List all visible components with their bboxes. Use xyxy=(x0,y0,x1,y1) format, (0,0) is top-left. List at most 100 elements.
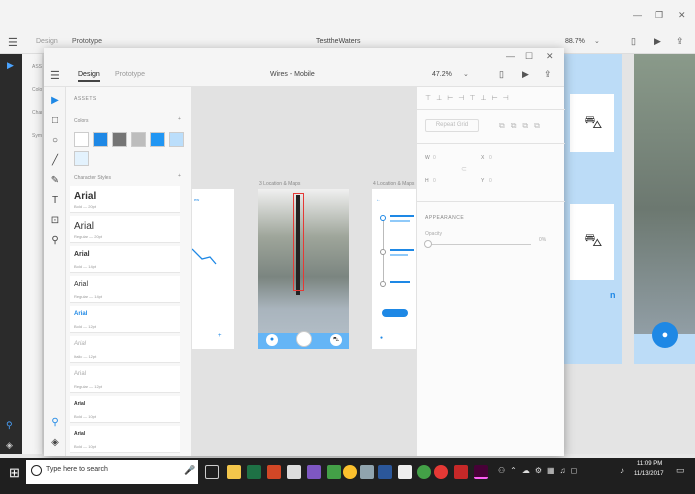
excel-icon[interactable] xyxy=(247,465,261,479)
background-toolbar: ▶ ⚲ ◈ xyxy=(0,54,22,454)
char-style-item[interactable]: Arial Regular — 14pt xyxy=(70,276,180,303)
color-swatch[interactable] xyxy=(74,151,89,166)
chrome-icon[interactable] xyxy=(434,465,448,479)
play-icon[interactable]: ▶ xyxy=(522,69,529,80)
width-label: W xyxy=(425,155,430,161)
char-style-item[interactable]: Arial Bold — 12pt xyxy=(70,306,180,333)
ellipse-tool-icon[interactable]: ○ xyxy=(49,135,61,147)
artboard-map[interactable]: ew + xyxy=(192,189,234,349)
text-line xyxy=(390,254,408,256)
window-menu-bar: ☰ Design Prototype Wires - Mobile 47.2% … xyxy=(44,65,564,87)
maximize-icon[interactable]: ❐ xyxy=(655,10,663,21)
boolean-ops-icons[interactable]: ⧉⧉⧉⧉ xyxy=(499,121,546,131)
opacity-slider-handle[interactable] xyxy=(424,240,432,248)
adobe-xd-icon[interactable] xyxy=(474,465,488,479)
taskbar: ⊞ Type here to search 🎤 ⚇⌃☁⚙▦♫◻ ♪ 11:09 … xyxy=(0,458,695,494)
opacity-value[interactable]: 0% xyxy=(539,237,546,243)
color-swatch[interactable] xyxy=(74,132,89,147)
close-icon[interactable]: ✕ xyxy=(546,51,554,62)
hamburger-menu-icon[interactable]: ☰ xyxy=(50,69,60,82)
color-swatch[interactable] xyxy=(112,132,127,147)
rectangle-tool-icon[interactable]: □ xyxy=(49,115,61,127)
car-icon: ⛍ xyxy=(584,112,603,132)
pen-tool-icon[interactable]: ✎ xyxy=(49,175,61,187)
acrobat-icon[interactable] xyxy=(454,465,468,479)
calculator-icon[interactable] xyxy=(287,465,301,479)
assets-icon[interactable]: ⚲ xyxy=(49,417,61,429)
char-style-item[interactable]: Arial Bold — 10pt xyxy=(70,396,180,423)
color-swatch[interactable] xyxy=(150,132,165,147)
char-style-item[interactable]: Arial Bold — 14pt xyxy=(70,246,180,273)
app-icon[interactable] xyxy=(327,465,341,479)
artboard-timeline[interactable]: ← ● xyxy=(372,189,416,349)
tab-prototype[interactable]: Prototype xyxy=(115,71,145,78)
device-preview-icon[interactable]: ▯ xyxy=(499,69,504,80)
repeat-grid-button[interactable]: Repeat Grid xyxy=(425,119,479,132)
minimize-icon[interactable]: — xyxy=(633,10,642,20)
app-icon[interactable] xyxy=(417,465,431,479)
align-icons[interactable]: ⊤⊥⊢⊣⊤⊥⊢⊣ xyxy=(425,94,514,102)
mail-icon[interactable] xyxy=(398,465,412,479)
share-icon[interactable]: ⇪ xyxy=(676,36,684,47)
zoom-value[interactable]: 88.7% xyxy=(565,38,585,45)
color-swatch[interactable] xyxy=(169,132,184,147)
task-view-icon[interactable] xyxy=(205,465,219,479)
artboard-flood-photo[interactable]: ● ⛍ xyxy=(258,189,349,349)
char-style-item[interactable]: Arial Italic — 12pt xyxy=(70,336,180,363)
search-box[interactable]: Type here to search 🎤 xyxy=(26,460,198,484)
x-input[interactable]: 0 xyxy=(489,155,492,161)
notifications-icon[interactable]: ▭ xyxy=(676,465,685,476)
location-pin-icon[interactable]: ● xyxy=(652,322,678,348)
word-icon[interactable] xyxy=(378,465,392,479)
app-icon[interactable] xyxy=(307,465,321,479)
add-char-style-icon[interactable]: + xyxy=(178,173,181,179)
lock-aspect-icon[interactable]: ⊂ xyxy=(461,165,467,173)
play-icon[interactable]: ▶ xyxy=(654,36,661,47)
layers-icon[interactable]: ◈ xyxy=(6,440,13,451)
layers-icon[interactable]: ◈ xyxy=(49,437,61,449)
text-tool-icon[interactable]: T xyxy=(49,195,61,207)
hamburger-menu-icon[interactable]: ☰ xyxy=(8,36,18,49)
chrome-icon[interactable] xyxy=(343,465,357,479)
color-swatch[interactable] xyxy=(131,132,146,147)
file-explorer-icon[interactable] xyxy=(227,465,241,479)
tab-design[interactable]: Design xyxy=(36,38,58,45)
tab-design[interactable]: Design xyxy=(78,71,100,82)
char-style-item[interactable]: Arial Regular — 20pt xyxy=(70,216,180,243)
route-line xyxy=(192,248,217,265)
width-input[interactable]: 0 xyxy=(433,155,436,161)
line-tool-icon[interactable]: ╱ xyxy=(49,155,61,167)
height-input[interactable]: 0 xyxy=(433,178,436,184)
chevron-down-icon[interactable]: ⌄ xyxy=(594,37,600,45)
app-icon[interactable] xyxy=(360,465,374,479)
add-color-icon[interactable]: + xyxy=(178,116,181,122)
opacity-slider[interactable] xyxy=(427,244,531,245)
chevron-down-icon[interactable]: ⌄ xyxy=(463,70,469,78)
windows-start-icon[interactable]: ⊞ xyxy=(9,465,20,481)
powerpoint-icon[interactable] xyxy=(267,465,281,479)
minimize-icon[interactable]: — xyxy=(506,51,515,61)
device-preview-icon[interactable]: ▯ xyxy=(631,36,636,47)
char-style-item[interactable]: Arial Bold — 10pt xyxy=(70,426,180,453)
close-icon[interactable]: ✕ xyxy=(678,10,686,21)
artboard-tool-icon[interactable]: ⊡ xyxy=(49,215,61,227)
y-input[interactable]: 0 xyxy=(489,178,492,184)
share-icon[interactable]: ⇪ xyxy=(544,69,552,80)
clock-time[interactable]: 11:09 PM xyxy=(637,461,662,467)
assets-icon[interactable]: ⚲ xyxy=(6,420,13,431)
microphone-icon[interactable]: 🎤 xyxy=(184,465,195,476)
zoom-tool-icon[interactable]: ⚲ xyxy=(49,235,61,247)
volume-icon[interactable]: ♪ xyxy=(620,466,624,475)
zoom-value[interactable]: 47.2% xyxy=(432,71,452,78)
action-button xyxy=(382,309,408,317)
char-style-item[interactable]: Arial Regular — 12pt xyxy=(70,366,180,393)
location-pin-icon: ● xyxy=(380,335,384,341)
tab-prototype[interactable]: Prototype xyxy=(72,38,102,45)
clock-date[interactable]: 11/13/2017 xyxy=(634,471,664,477)
char-style-item[interactable]: Arial Bold — 20pt xyxy=(70,186,180,213)
select-tool-icon[interactable]: ▶ xyxy=(49,95,61,107)
maximize-icon[interactable]: ☐ xyxy=(525,51,533,62)
select-tool-icon[interactable]: ▶ xyxy=(7,60,14,71)
system-tray-icons[interactable]: ⚇⌃☁⚙▦♫◻ xyxy=(498,466,582,475)
color-swatch[interactable] xyxy=(93,132,108,147)
